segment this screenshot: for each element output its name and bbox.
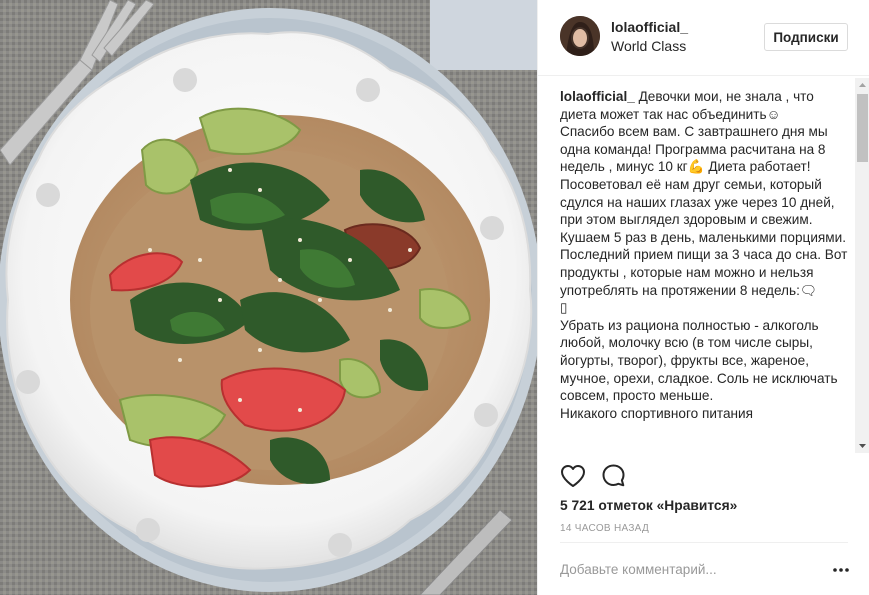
- salad-plate-image: [0, 0, 537, 595]
- scrollbar[interactable]: [855, 78, 869, 453]
- post-timestamp[interactable]: 14 ЧАСОВ НАЗАД: [560, 523, 649, 534]
- action-bar: [538, 455, 869, 495]
- avatar[interactable]: [560, 16, 600, 56]
- post-details-panel: lolaofficial_ World Class Подписки lolao…: [537, 0, 869, 595]
- post-header: lolaofficial_ World Class Подписки: [538, 0, 869, 76]
- divider: [560, 542, 848, 543]
- post-location[interactable]: World Class: [611, 38, 686, 54]
- ellipsis-icon[interactable]: [832, 562, 850, 578]
- likes-count[interactable]: 5 721 отметок «Нравится»: [560, 498, 737, 513]
- heart-outline-icon[interactable]: [560, 464, 586, 488]
- caption-text: Девочки мои, не знала , что диета может …: [560, 89, 848, 421]
- comments-scroll-area[interactable]: lolaofficial_ Девочки мои, не знала , чт…: [560, 88, 852, 452]
- scroll-down-arrow-icon[interactable]: [855, 438, 869, 453]
- comment-input[interactable]: [560, 562, 810, 577]
- scroll-up-arrow-icon[interactable]: [855, 78, 869, 93]
- caption-username[interactable]: lolaofficial_: [560, 89, 635, 104]
- speech-bubble-icon[interactable]: [601, 463, 626, 488]
- post-caption: lolaofficial_ Девочки мои, не знала , чт…: [560, 88, 852, 422]
- scrollbar-thumb[interactable]: [857, 94, 868, 162]
- following-button[interactable]: Подписки: [764, 23, 848, 51]
- avatar-image: [560, 16, 600, 56]
- post-photo[interactable]: [0, 0, 537, 595]
- header-username[interactable]: lolaofficial_: [611, 19, 688, 35]
